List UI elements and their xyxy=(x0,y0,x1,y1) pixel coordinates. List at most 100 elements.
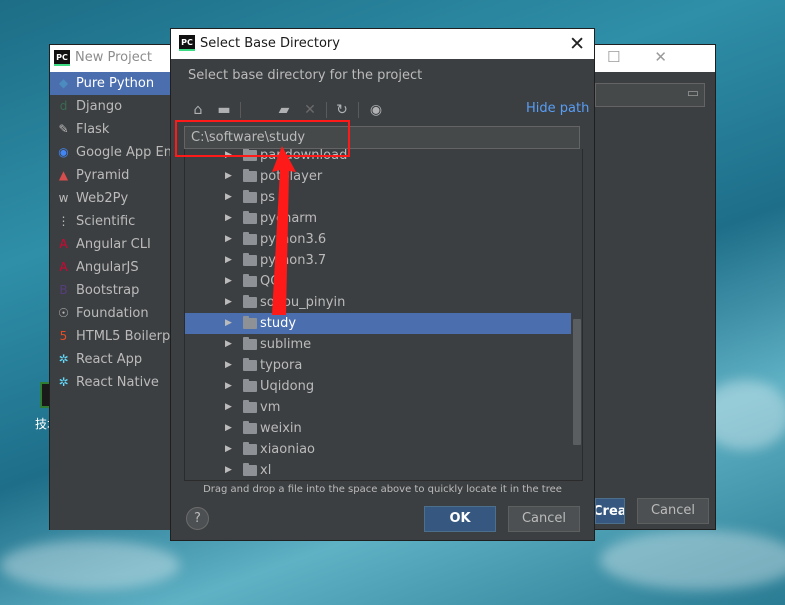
react-icon: ✲ xyxy=(58,352,69,366)
tree-row[interactable]: ▶ ps xyxy=(185,187,571,208)
folder-icon xyxy=(243,253,257,266)
folder-name: ps xyxy=(260,190,276,205)
create-button[interactable]: Create xyxy=(595,498,625,524)
folder-name: python3.6 xyxy=(260,232,327,247)
sidebar-item-react-app[interactable]: ✲ React App xyxy=(50,348,172,371)
expand-arrow-icon[interactable]: ▶ xyxy=(225,208,232,229)
dialog-title: Select Base Directory xyxy=(200,36,340,51)
pycharm-logo-icon: PC xyxy=(54,50,70,66)
sidebar-item-google-app-engine[interactable]: ◉ Google App Engine xyxy=(50,141,172,164)
toolbar-divider xyxy=(326,102,327,118)
tree-row[interactable]: ▶ python3.7 xyxy=(185,250,571,271)
folder-name: weixin xyxy=(260,421,302,436)
flask-icon: ✎ xyxy=(58,122,69,136)
expand-arrow-icon[interactable]: ▶ xyxy=(225,460,232,480)
desktop-icon[interactable]: ▬ xyxy=(214,99,234,121)
tree-scrollbar[interactable] xyxy=(573,319,581,445)
sidebar-item-web2py[interactable]: w Web2Py xyxy=(50,187,172,210)
tree-row[interactable]: ▶ python3.6 xyxy=(185,229,571,250)
refresh-icon[interactable]: ↻ xyxy=(332,99,352,121)
scientific-icon: ⋮ xyxy=(57,214,70,228)
home-icon[interactable]: ⌂ xyxy=(188,99,208,121)
expand-arrow-icon[interactable]: ▶ xyxy=(225,397,232,418)
new-project-cancel-button[interactable]: Cancel xyxy=(637,498,709,524)
tree-row[interactable]: ▶ study xyxy=(185,313,571,334)
folder-icon xyxy=(243,463,257,476)
sidebar-item-bootstrap[interactable]: B Bootstrap xyxy=(50,279,172,302)
drag-drop-hint: Drag and drop a file into the space abov… xyxy=(203,484,562,495)
tree-row[interactable]: ▶ Uqidong xyxy=(185,376,571,397)
toolbar-divider xyxy=(358,102,359,118)
sidebar-item-angular-cli[interactable]: A Angular CLI xyxy=(50,233,172,256)
help-button[interactable]: ? xyxy=(186,507,209,530)
bootstrap-icon: B xyxy=(59,283,68,297)
folder-icon xyxy=(243,316,257,329)
folder-icon xyxy=(243,442,257,455)
expand-arrow-icon[interactable]: ▶ xyxy=(225,187,232,208)
ok-button[interactable]: OK xyxy=(424,506,496,532)
sidebar-item-angularjs[interactable]: A AngularJS xyxy=(50,256,172,279)
sidebar-item-label: React App xyxy=(76,352,143,367)
sidebar-item-react-native[interactable]: ✲ React Native xyxy=(50,371,172,394)
expand-arrow-icon[interactable]: ▶ xyxy=(225,376,232,397)
close-icon[interactable]: ✕ xyxy=(569,33,585,55)
project-type-sidebar: ◆ Pure Python d Django ✎ Flask ◉ Google App Eng… xyxy=(50,72,172,530)
sidebar-item-label: React Native xyxy=(76,375,159,390)
sidebar-item-foundation[interactable]: ☉ Foundation xyxy=(50,302,172,325)
delete-icon[interactable]: ✕ xyxy=(300,99,320,121)
folder-icon xyxy=(243,211,257,224)
expand-arrow-icon[interactable]: ▶ xyxy=(225,166,232,187)
expand-arrow-icon[interactable]: ▶ xyxy=(225,334,232,355)
sidebar-item-scientific[interactable]: ⋮ Scientific xyxy=(50,210,172,233)
show-hidden-files-icon[interactable]: ◉ xyxy=(366,99,386,121)
sidebar-item-label: Pure Python xyxy=(76,76,155,91)
sidebar-item-label: Google App Engine xyxy=(76,145,172,160)
tree-row[interactable]: ▶ pycharm xyxy=(185,208,571,229)
html5-icon: 5 xyxy=(59,329,68,343)
pyramid-icon: ▲ xyxy=(58,168,69,182)
sidebar-item-pure-python[interactable]: ◆ Pure Python xyxy=(50,72,172,95)
toolbar-divider xyxy=(240,102,241,118)
tree-row[interactable]: ▶ potplayer xyxy=(185,166,571,187)
expand-arrow-icon[interactable]: ▶ xyxy=(225,418,232,439)
web2py-icon: w xyxy=(58,191,69,205)
tree-row[interactable]: ▶ QQ xyxy=(185,271,571,292)
tree-row[interactable]: ▶ typora xyxy=(185,355,571,376)
sidebar-item-label: AngularJS xyxy=(76,260,139,275)
sidebar-item-label: Web2Py xyxy=(76,191,129,206)
google-app-engine-icon: ◉ xyxy=(58,145,69,159)
expand-arrow-icon[interactable]: ▶ xyxy=(225,292,232,313)
location-field[interactable]: ▭ xyxy=(595,83,705,107)
expand-arrow-icon[interactable]: ▶ xyxy=(225,439,232,460)
angularjs-icon: A xyxy=(59,260,68,274)
expand-arrow-icon[interactable]: ▶ xyxy=(225,229,232,250)
sidebar-item-label: Scientific xyxy=(76,214,136,229)
browse-folder-icon[interactable]: ▭ xyxy=(687,86,699,101)
tree-row[interactable]: ▶ vm xyxy=(185,397,571,418)
python-icon: ◆ xyxy=(58,76,69,90)
tree-row[interactable]: ▶ xl xyxy=(185,460,571,480)
folder-name: pycharm xyxy=(260,211,318,226)
folder-name: sogou_pinyin xyxy=(260,295,346,310)
hide-path-link[interactable]: Hide path xyxy=(526,101,589,116)
folder-name: xiaoniao xyxy=(260,442,315,457)
cancel-button[interactable]: Cancel xyxy=(508,506,580,532)
tree-row[interactable]: ▶ weixin xyxy=(185,418,571,439)
tree-row[interactable]: ▶ sublime xyxy=(185,334,571,355)
folder-name: study xyxy=(260,316,297,331)
expand-arrow-icon[interactable]: ▶ xyxy=(225,355,232,376)
tree-row[interactable]: ▶ sogou_pinyin xyxy=(185,292,571,313)
sidebar-item-html5-boilerplate[interactable]: 5 HTML5 Boilerplate xyxy=(50,325,172,348)
expand-arrow-icon[interactable]: ▶ xyxy=(225,271,232,292)
expand-arrow-icon[interactable]: ▶ xyxy=(225,250,232,271)
directory-tree[interactable]: ▶ pandownload ▶ potplayer ▶ ps ▶ pycharm ▶ python… xyxy=(184,149,583,481)
new-folder-icon[interactable]: ▰ xyxy=(274,99,294,121)
folder-icon xyxy=(243,295,257,308)
folder-name: python3.7 xyxy=(260,253,327,268)
sidebar-item-pyramid[interactable]: ▲ Pyramid xyxy=(50,164,172,187)
expand-arrow-icon[interactable]: ▶ xyxy=(225,313,232,334)
sidebar-item-flask[interactable]: ✎ Flask xyxy=(50,118,172,141)
sidebar-item-django[interactable]: d Django xyxy=(50,95,172,118)
annotation-highlight-box xyxy=(175,120,350,157)
tree-row[interactable]: ▶ xiaoniao xyxy=(185,439,571,460)
